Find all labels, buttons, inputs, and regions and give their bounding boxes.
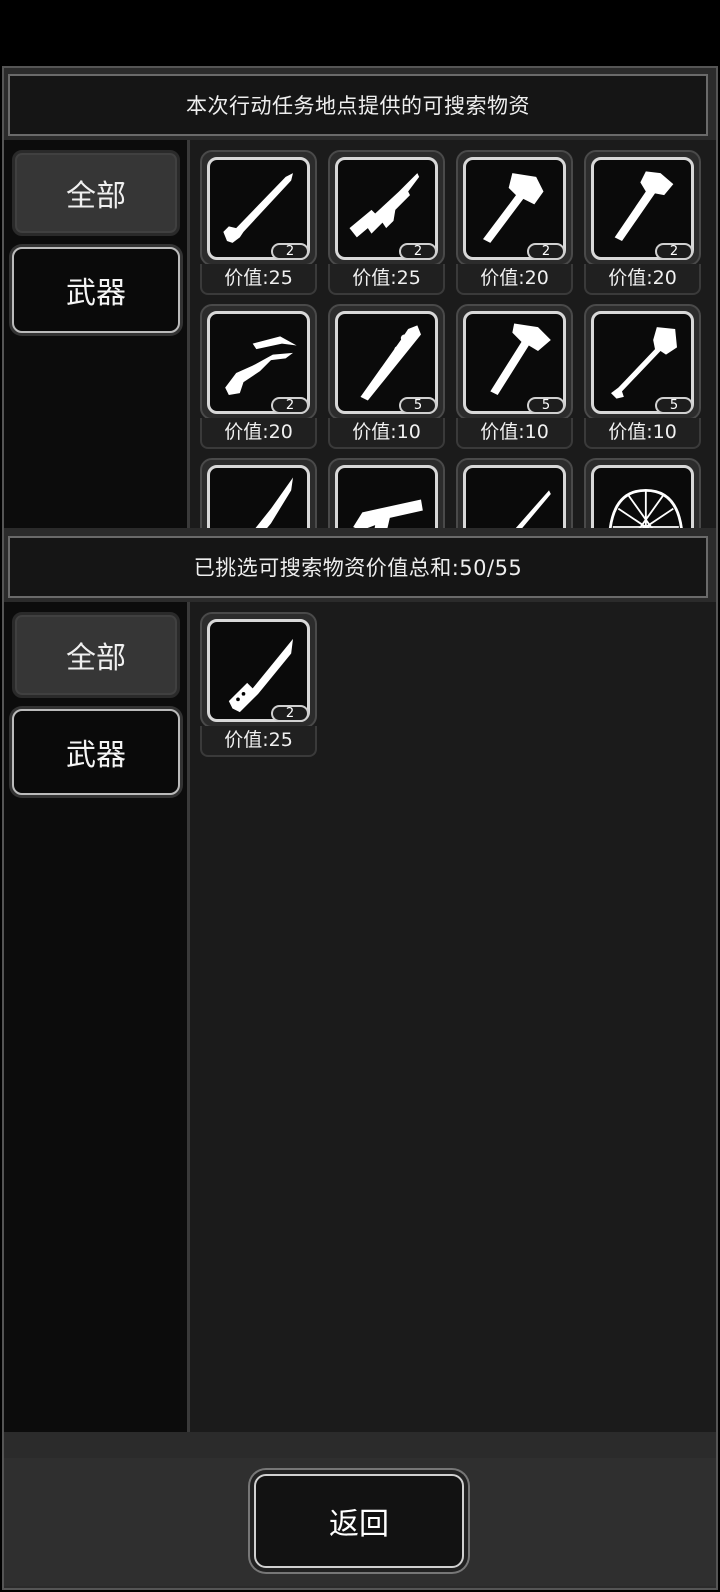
item-value-label: 价值:20 — [584, 264, 701, 295]
item-icon-frame — [207, 465, 310, 528]
item-slot[interactable] — [200, 458, 317, 528]
tab-weapons[interactable]: 武器 — [12, 247, 180, 333]
hatchet-icon — [614, 171, 674, 241]
item-value-label: 价值:10 — [456, 418, 573, 449]
item-frame: 2 — [456, 150, 573, 266]
selected-supplies-section: 全部 武器 2 价值:25 — [4, 602, 716, 1432]
item-frame: 5 — [456, 304, 573, 420]
item-frame: 2 — [200, 150, 317, 266]
axe-icon — [483, 173, 544, 243]
available-supplies-title: 本次行动任务地点提供的可搜索物资 — [186, 94, 530, 118]
tab-all[interactable]: 全部 — [12, 150, 180, 236]
assault-rifle-icon — [349, 173, 420, 238]
selected-value-total: 已挑选可搜索物资价值总和:50/55 — [193, 556, 523, 580]
helmet-icon — [608, 488, 683, 528]
item-value-label: 价值:25 — [200, 726, 317, 757]
tab-all[interactable]: 全部 — [12, 612, 180, 698]
item-slot[interactable]: 5 价值:10 — [584, 304, 701, 449]
item-slot[interactable]: 2 价值:25 — [200, 150, 317, 295]
item-icon-frame — [335, 465, 438, 528]
item-value-label: 价值:10 — [584, 418, 701, 449]
item-slot[interactable]: 2 价值:25 — [328, 150, 445, 295]
crossbow-icon — [225, 336, 297, 395]
selected-items-grid[interactable]: 2 价值:25 — [190, 602, 716, 1432]
item-frame: 2 — [584, 150, 701, 266]
item-count-badge: 2 — [271, 243, 309, 260]
item-slot[interactable] — [456, 458, 573, 528]
item-value-label: 价值:20 — [200, 418, 317, 449]
item-frame: 5 — [328, 304, 445, 420]
tab-weapons-label: 武器 — [66, 276, 126, 311]
back-button-label: 返回 — [329, 1507, 389, 1542]
item-frame — [456, 458, 573, 528]
item-value-label: 价值:20 — [456, 264, 573, 295]
item-count-badge: 2 — [271, 705, 309, 722]
item-value-label: 价值:25 — [328, 264, 445, 295]
machete-icon — [255, 477, 293, 528]
available-items-grid[interactable]: 2 价值:25 2 价值:25 2 价值:20 2 价值:20 2 价值:20 5 价值:10 5 价值:… — [190, 140, 716, 528]
knife-icon — [228, 638, 293, 713]
item-count-badge: 2 — [655, 243, 693, 260]
available-supplies-header: 本次行动任务地点提供的可搜索物资 — [8, 74, 708, 136]
spiked-bat-icon — [360, 325, 421, 401]
item-slot[interactable] — [328, 458, 445, 528]
item-frame — [328, 458, 445, 528]
item-icon-frame — [591, 465, 694, 528]
tab-all-label: 全部 — [66, 641, 126, 676]
tab-weapons[interactable]: 武器 — [12, 709, 180, 795]
item-count-badge: 2 — [399, 243, 437, 260]
item-count-badge: 5 — [527, 397, 565, 414]
item-frame — [200, 458, 317, 528]
item-slot[interactable]: 5 价值:10 — [456, 304, 573, 449]
item-icon-frame — [463, 465, 566, 528]
item-frame: 5 — [584, 304, 701, 420]
item-frame: 2 — [200, 304, 317, 420]
sword-icon — [515, 490, 551, 528]
item-slot[interactable]: 2 价值:20 — [584, 150, 701, 295]
tab-all-label: 全部 — [66, 179, 126, 214]
tab-weapons-label: 武器 — [66, 738, 126, 773]
shovel-icon — [611, 327, 677, 399]
item-frame — [584, 458, 701, 528]
item-frame: 2 — [328, 150, 445, 266]
fire-axe-icon — [490, 323, 551, 395]
category-sidebar: 全部 武器 — [4, 602, 187, 1432]
item-count-badge: 2 — [527, 243, 565, 260]
selected-supplies-header: 已挑选可搜索物资价值总和:50/55 — [8, 536, 708, 598]
pistol-icon — [353, 499, 423, 528]
item-slot[interactable]: 2 价值:20 — [200, 304, 317, 449]
category-sidebar: 全部 武器 — [4, 140, 187, 528]
item-slot[interactable] — [584, 458, 701, 528]
item-slot[interactable]: 2 价值:20 — [456, 150, 573, 295]
item-count-badge: 2 — [271, 397, 309, 414]
item-frame: 2 — [200, 612, 317, 728]
item-slot[interactable]: 2 价值:25 — [200, 612, 317, 757]
available-supplies-section: 全部 武器 2 价值:25 2 价值:25 2 价值:20 2 价值:20 2 价值:20 5 价值:… — [4, 140, 716, 528]
item-value-label: 价值:25 — [200, 264, 317, 295]
item-slot[interactable]: 5 价值:10 — [328, 304, 445, 449]
footer-bar: 返回 — [4, 1458, 716, 1586]
back-button[interactable]: 返回 — [254, 1474, 464, 1568]
shotgun-icon — [223, 173, 293, 243]
item-count-badge: 5 — [399, 397, 437, 414]
item-value-label: 价值:10 — [328, 418, 445, 449]
item-count-badge: 5 — [655, 397, 693, 414]
